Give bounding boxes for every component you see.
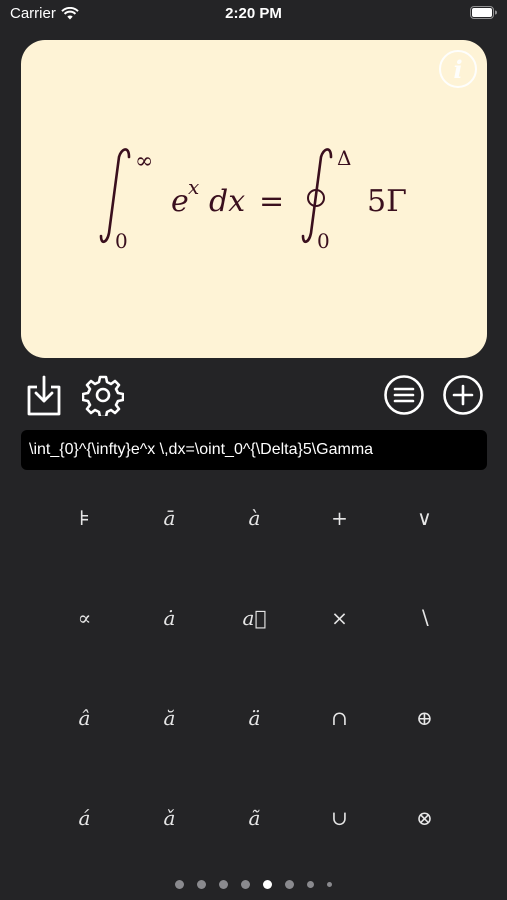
page-dot[interactable] <box>263 879 272 889</box>
page-dot[interactable] <box>197 879 206 889</box>
symbol-key[interactable]: ȧ <box>127 568 212 668</box>
symbol-key[interactable]: ⊕ <box>382 668 467 768</box>
symbol-key[interactable]: ⊗ <box>382 768 467 868</box>
latex-input-value: \int_{0}^{\infty}e^x \,dx=\oint_0^{\Delt… <box>29 441 374 458</box>
symbol-key[interactable]: ∪ <box>297 768 382 868</box>
symbol-key[interactable]: á <box>42 768 127 868</box>
info-button[interactable]: i <box>439 50 477 88</box>
symbol-key[interactable]: â <box>42 668 127 768</box>
formula-preview-card: ∞ 0 e x dx = Δ 0 5Γ i <box>21 40 487 358</box>
symbol-key[interactable]: × <box>297 568 382 668</box>
page-dot[interactable] <box>219 879 228 889</box>
page-dot[interactable] <box>285 879 294 889</box>
symbol-key[interactable]: ∝ <box>42 568 127 668</box>
symbol-key[interactable]: a⃗ <box>212 568 297 668</box>
symbol-key[interactable]: ã <box>212 768 297 868</box>
add-icon <box>443 375 483 415</box>
battery-icon <box>470 6 497 23</box>
info-icon: i <box>453 54 463 84</box>
page-dot[interactable] <box>327 881 332 887</box>
formula-lower-limit-1: 0 <box>115 229 128 253</box>
formula-equals: = <box>259 184 284 219</box>
integral-sign-1 <box>99 148 131 243</box>
formula-upper-limit-2: Δ <box>337 146 351 170</box>
toolbar <box>0 372 507 420</box>
symbol-key[interactable]: à <box>212 468 297 568</box>
integral-sign-2 <box>301 148 333 243</box>
formula-base: e <box>171 184 189 219</box>
formula-differential: dx <box>209 184 245 219</box>
formula-lower-limit-2: 0 <box>317 229 330 253</box>
formula-render: ∞ 0 e x dx = Δ 0 5Γ <box>99 146 407 253</box>
download-icon <box>27 375 61 416</box>
formula-exponent: x <box>188 175 199 199</box>
symbol-keyboard: ⊧ ā à + ∨ ∝ ȧ a⃗ × ∖ â ă ä ∩ ⊕ á ǎ ã ∪ ⊗ <box>42 468 467 868</box>
symbol-key[interactable]: + <box>297 468 382 568</box>
symbol-key[interactable]: ∩ <box>297 668 382 768</box>
latex-input[interactable]: \int_{0}^{\infty}e^x \,dx=\oint_0^{\Delt… <box>21 430 487 470</box>
page-dot[interactable] <box>307 880 314 888</box>
download-button[interactable] <box>22 372 66 418</box>
formula-upper-limit-1: ∞ <box>135 149 153 174</box>
formula-rhs: 5Γ <box>367 184 407 219</box>
page-dot[interactable] <box>175 879 184 889</box>
symbol-key[interactable]: ā <box>127 468 212 568</box>
symbol-key[interactable]: ǎ <box>127 768 212 868</box>
page-dot[interactable] <box>241 879 250 889</box>
symbol-key[interactable]: ⊧ <box>42 468 127 568</box>
symbol-key[interactable]: ∨ <box>382 468 467 568</box>
status-bar: Carrier 2:20 PM <box>0 0 507 30</box>
clock: 2:20 PM <box>225 5 282 22</box>
settings-button[interactable] <box>81 372 125 418</box>
list-button[interactable] <box>382 372 426 418</box>
symbol-key[interactable]: ä <box>212 668 297 768</box>
symbol-key[interactable]: ∖ <box>382 568 467 668</box>
add-button[interactable] <box>441 372 485 418</box>
gear-icon <box>82 375 124 416</box>
symbol-key[interactable]: ă <box>127 668 212 768</box>
list-icon <box>384 375 424 415</box>
page-control[interactable] <box>0 877 507 891</box>
